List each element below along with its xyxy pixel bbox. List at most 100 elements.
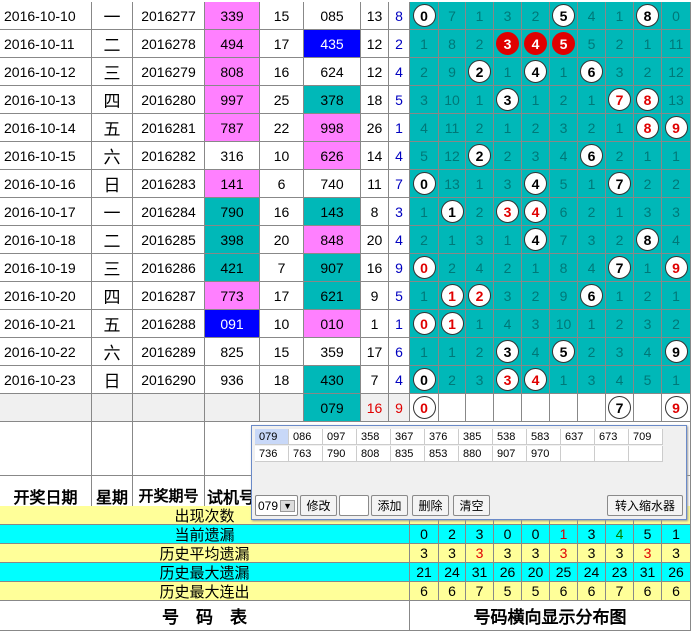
draw-date: 2016-10-12 [0, 58, 92, 86]
distribution-cell: 0 [410, 254, 439, 282]
blank-cell [133, 422, 205, 476]
tail-value: 9 [389, 254, 410, 282]
number-ball: 5 [552, 340, 575, 363]
clear-button[interactable]: 清空 [453, 495, 490, 516]
code-list-item[interactable]: 086 [289, 429, 323, 445]
code-list-item[interactable]: 970 [527, 446, 561, 462]
draw-number: 435 [304, 30, 361, 58]
code-list-item[interactable]: 376 [425, 429, 459, 445]
modify-button[interactable]: 修改 [300, 495, 337, 516]
code-list-item[interactable]: 709 [629, 429, 663, 445]
code-list-item[interactable]: 367 [391, 429, 425, 445]
tail-value: 4 [389, 142, 410, 170]
number-ball: 0 [412, 312, 436, 335]
sum-value: 10 [260, 142, 304, 170]
distribution-cell: 7 [606, 254, 634, 282]
pending-cell [466, 394, 494, 422]
distribution-cell: 2 [578, 338, 606, 366]
code-list-item[interactable]: 583 [527, 429, 561, 445]
stat-value: 26 [494, 563, 522, 582]
trial-number: 421 [205, 254, 260, 282]
chevron-down-icon[interactable]: ▼ [280, 499, 295, 512]
code-select[interactable]: 079 ▼ [255, 495, 298, 516]
distribution-cell: 3 [410, 86, 439, 114]
code-list-item[interactable]: 907 [493, 446, 527, 462]
code-list-item[interactable]: 736 [255, 446, 289, 462]
empty-cell [205, 394, 260, 422]
code-list-item[interactable]: 835 [391, 446, 425, 462]
stat-label: 当前遗漏 [0, 525, 410, 544]
distribution-cell: 4 [466, 254, 494, 282]
code-list-item[interactable]: 637 [561, 429, 595, 445]
code-list-item[interactable]: 358 [357, 429, 391, 445]
code-list-item[interactable]: 538 [493, 429, 527, 445]
number-picker-popup[interactable]: 079 086 097 358 367 376 385 538 583 637 673 709 736 7… [251, 425, 687, 520]
code-list-item[interactable]: 763 [289, 446, 323, 462]
distribution-cell: 4 [522, 58, 550, 86]
draw-number: 848 [304, 226, 361, 254]
distribution-cell: 2 [634, 170, 662, 198]
span-value: 12 [361, 58, 389, 86]
distribution-cell: 4 [522, 226, 550, 254]
code-list-item[interactable]: 385 [459, 429, 493, 445]
distribution-cell: 1 [662, 282, 691, 310]
draw-date: 2016-10-17 [0, 198, 92, 226]
distribution-cell: 8 [634, 226, 662, 254]
distribution-cell: 1 [578, 86, 606, 114]
distribution-cell: 2 [466, 142, 494, 170]
code-list-item[interactable]: 880 [459, 446, 493, 462]
distribution-cell: 1 [578, 170, 606, 198]
distribution-cell: 1 [634, 30, 662, 58]
distribution-cell: 1 [662, 142, 691, 170]
stat-value: 5 [522, 582, 550, 601]
trial-number: 316 [205, 142, 260, 170]
distribution-cell: 2 [662, 310, 691, 338]
distribution-cell: 2 [522, 114, 550, 142]
span-value: 1 [361, 310, 389, 338]
distribution-cell: 8 [634, 2, 662, 30]
code-list-empty [629, 446, 663, 462]
code-list-item[interactable]: 808 [357, 446, 391, 462]
distribution-cell: 7 [606, 170, 634, 198]
distribution-cell: 9 [550, 282, 578, 310]
number-ball: 8 [636, 116, 659, 139]
pending-cell [578, 394, 606, 422]
distribution-cell: 1 [606, 114, 634, 142]
distribution-cell: 8 [439, 30, 466, 58]
add-button[interactable]: 添加 [371, 495, 408, 516]
pending-cell [439, 394, 466, 422]
distribution-cell: 4 [522, 366, 550, 394]
distribution-cell: 1 [410, 338, 439, 366]
number-ball: 9 [664, 256, 688, 279]
code-list-item[interactable]: 079 [255, 429, 289, 445]
distribution-cell: 2 [410, 226, 439, 254]
number-ball: 2 [468, 60, 491, 83]
draw-date: 2016-10-18 [0, 226, 92, 254]
code-list-item[interactable]: 097 [323, 429, 357, 445]
distribution-cell: 2 [606, 226, 634, 254]
number-ball: 3 [496, 368, 519, 391]
stat-value: 6 [439, 582, 466, 601]
distribution-cell: 5 [634, 366, 662, 394]
number-ball: 4 [524, 228, 547, 251]
distribution-cell: 2 [634, 58, 662, 86]
transfer-button[interactable]: 转入缩水器 [607, 495, 683, 516]
draw-number: 621 [304, 282, 361, 310]
code-list-item[interactable]: 853 [425, 446, 459, 462]
stat-value: 6 [578, 582, 606, 601]
code-list-item[interactable]: 673 [595, 429, 629, 445]
distribution-cell: 3 [550, 114, 578, 142]
distribution-cell: 3 [578, 366, 606, 394]
distribution-cell: 1 [466, 2, 494, 30]
span-value: 12 [361, 30, 389, 58]
code-input[interactable] [339, 495, 369, 516]
distribution-cell: 2 [550, 86, 578, 114]
code-list-item[interactable]: 790 [323, 446, 357, 462]
pending-number: 079 [304, 394, 361, 422]
delete-button[interactable]: 删除 [412, 495, 449, 516]
draw-date: 2016-10-15 [0, 142, 92, 170]
distribution-cell: 5 [550, 338, 578, 366]
pending-span: 16 [361, 394, 389, 422]
draw-number: 998 [304, 114, 361, 142]
issue-number: 2016283 [133, 170, 205, 198]
